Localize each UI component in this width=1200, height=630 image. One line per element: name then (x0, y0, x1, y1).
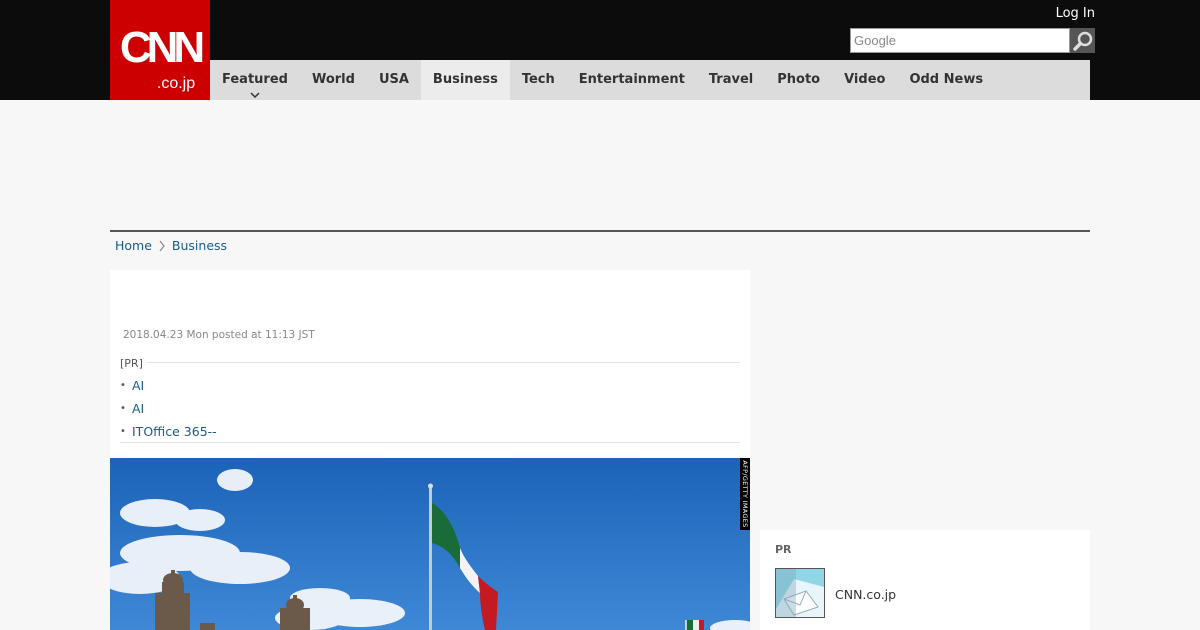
bullet-icon: • (120, 403, 126, 414)
nav-usa[interactable]: USA (367, 60, 421, 100)
list-item: • ITOffice 365-- (120, 420, 217, 443)
mexico-city-flag-photo (110, 458, 750, 630)
svg-text:CNN: CNN (120, 23, 203, 72)
nav-tech[interactable]: Tech (510, 60, 567, 100)
sidebar-pr-thumbnail[interactable] (775, 568, 825, 618)
nav-world[interactable]: World (300, 60, 367, 100)
nav-video[interactable]: Video (832, 60, 897, 100)
sidebar-pr-label: PR (775, 543, 792, 556)
posted-timestamp: 2018.04.23 Mon posted at 11:13 JST (123, 329, 315, 341)
article-photo: AFP/GETTY IMAGES (110, 458, 750, 630)
bullet-icon: • (120, 380, 126, 391)
bullet-icon: • (120, 426, 126, 437)
nav-travel[interactable]: Travel (697, 60, 765, 100)
search-icon (1072, 31, 1092, 51)
pr-link[interactable]: AI (132, 401, 144, 416)
top-header: CNN .co.jp Log In Featured World USA Bus… (0, 0, 1200, 100)
pr-link[interactable]: AI (132, 378, 144, 393)
nav-entertainment[interactable]: Entertainment (567, 60, 697, 100)
sidebar-pr-link[interactable]: CNN.co.jp (835, 587, 896, 602)
pr-list: • AI • AI • ITOffice 365-- (120, 374, 217, 443)
pr-links-block: [PR] • AI • AI • ITOffice 365-- (120, 357, 740, 443)
nav-featured[interactable]: Featured (210, 60, 300, 100)
breadcrumb-business[interactable]: Business (172, 238, 227, 253)
article-card: 2018.04.23 Mon posted at 11:13 JST [PR] … (110, 270, 750, 630)
section-divider (110, 230, 1090, 232)
pr-link[interactable]: ITOffice 365-- (132, 424, 217, 439)
nav-label: Featured (222, 72, 288, 87)
pr-tag: [PR] (120, 357, 147, 370)
breadcrumb: Home Business (115, 238, 227, 253)
list-item: • AI (120, 374, 217, 397)
breadcrumb-home[interactable]: Home (115, 238, 152, 253)
ad-banner-space (110, 100, 1090, 230)
nav-odd-news[interactable]: Odd News (897, 60, 995, 100)
svg-text:.co.jp: .co.jp (157, 75, 195, 92)
search-button[interactable] (1070, 28, 1095, 53)
nav-business[interactable]: Business (420, 60, 510, 100)
chevron-right-icon (159, 240, 165, 251)
login-link[interactable]: Log In (1056, 6, 1095, 21)
photo-credit: AFP/GETTY IMAGES (740, 458, 750, 530)
photo-credit-text: AFP/GETTY IMAGES (741, 460, 749, 528)
envelope-icon (776, 569, 824, 617)
nav-photo[interactable]: Photo (765, 60, 832, 100)
sidebar-pr-box: PR CNN.co.jp (760, 530, 1090, 630)
cnn-logo[interactable]: CNN .co.jp (110, 0, 210, 100)
list-item: • AI (120, 397, 217, 420)
search-input[interactable] (850, 28, 1070, 53)
main-nav: Featured World USA Business Tech Enterta… (210, 60, 1090, 100)
cnn-logo-mark: CNN .co.jp (119, 22, 209, 92)
chevron-down-icon (250, 92, 260, 98)
